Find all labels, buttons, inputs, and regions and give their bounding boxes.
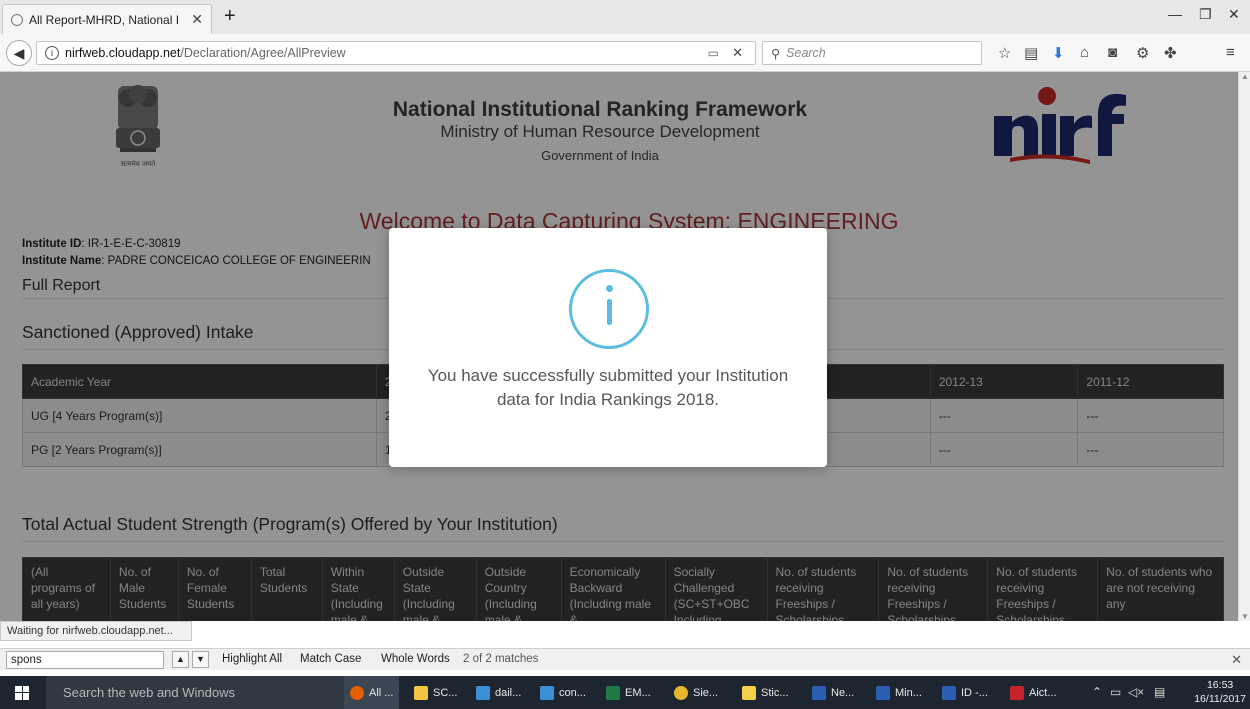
scroll-down-icon[interactable]: ▼ bbox=[1241, 612, 1249, 621]
word-icon bbox=[812, 685, 826, 700]
taskbar-item-pdf[interactable]: Aict... bbox=[1004, 676, 1066, 709]
match-case-toggle[interactable]: Match Case bbox=[300, 653, 361, 665]
taskbar-label: ID -... bbox=[961, 686, 988, 699]
find-input[interactable]: spons bbox=[6, 651, 164, 669]
taskbar-label: dail... bbox=[495, 686, 522, 699]
web-page: सत्यमेव जयते National Institutional Rank… bbox=[0, 72, 1238, 621]
taskbar-label: Stic... bbox=[761, 686, 789, 699]
url-host: nirfweb.cloudapp.net bbox=[65, 46, 181, 60]
excel-icon bbox=[606, 685, 620, 700]
app-icon bbox=[476, 685, 490, 700]
search-placeholder: Search bbox=[786, 46, 826, 60]
browser-nav-bar: ◀ i nirfweb.cloudapp.net/Declaration/Agr… bbox=[0, 34, 1250, 72]
network-icon[interactable]: ▭ bbox=[1110, 685, 1121, 699]
close-window-icon[interactable]: ✕ bbox=[1228, 6, 1240, 23]
home-icon[interactable]: ⌂ bbox=[1080, 44, 1089, 61]
find-match-count: 2 of 2 matches bbox=[463, 653, 539, 665]
taskbar-label: Ne... bbox=[831, 686, 855, 699]
info-icon-dot bbox=[606, 285, 613, 292]
minimize-icon[interactable]: — bbox=[1168, 6, 1182, 22]
folder-icon bbox=[414, 685, 428, 700]
taskbar-item-word[interactable]: Ne... bbox=[806, 676, 866, 709]
whole-words-toggle[interactable]: Whole Words bbox=[381, 653, 450, 665]
sticky-notes-icon bbox=[742, 685, 756, 700]
taskbar-item-firefox[interactable]: All ... bbox=[344, 676, 399, 709]
word-icon bbox=[876, 685, 890, 700]
vertical-scrollbar[interactable]: ▲ ▼ bbox=[1238, 72, 1250, 621]
taskbar-item-excel[interactable]: EM... bbox=[600, 676, 662, 709]
browser-tab-bar: All Report-MHRD, National I ✕ + — ❐ ✕ bbox=[0, 0, 1250, 34]
start-button[interactable] bbox=[0, 676, 44, 709]
success-dialog: You have successfully submitted your Ins… bbox=[389, 228, 827, 467]
menu-icon[interactable]: ≡ bbox=[1226, 44, 1235, 61]
taskbar-label: Sie... bbox=[693, 686, 719, 699]
close-tab-icon[interactable]: ✕ bbox=[191, 11, 203, 28]
status-bar: Waiting for nirfweb.cloudapp.net... bbox=[0, 621, 192, 641]
find-previous-icon[interactable]: ▲ bbox=[172, 651, 189, 668]
taskbar-clock[interactable]: 16:53 16/11/2017 bbox=[1194, 678, 1246, 706]
info-icon-bar bbox=[607, 299, 612, 325]
notifications-icon[interactable]: ▤ bbox=[1154, 685, 1165, 699]
clock-time: 16:53 bbox=[1206, 679, 1234, 691]
chrome-icon bbox=[674, 685, 688, 700]
dialog-message: You have successfully submitted your Ins… bbox=[427, 366, 789, 409]
tab-title: All Report-MHRD, National I bbox=[29, 12, 180, 27]
taskbar-label: All ... bbox=[369, 686, 394, 699]
taskbar-label: Aict... bbox=[1029, 686, 1057, 699]
reader-view-icon[interactable]: ▭ bbox=[708, 46, 719, 60]
taskbar-search[interactable]: Search the web and Windows bbox=[46, 676, 344, 709]
download-icon[interactable]: ⬇ bbox=[1052, 44, 1065, 62]
taskbar-item-app[interactable]: con... bbox=[534, 676, 594, 709]
volume-icon[interactable]: ◁× bbox=[1128, 685, 1144, 699]
url-bar[interactable]: i nirfweb.cloudapp.net/Declaration/Agree… bbox=[36, 41, 756, 65]
taskbar-item-app[interactable]: dail... bbox=[470, 676, 528, 709]
taskbar-item-sticky-notes[interactable]: Stic... bbox=[736, 676, 802, 709]
bookmark-star-icon[interactable]: ☆ bbox=[998, 44, 1011, 62]
taskbar-label: con... bbox=[559, 686, 586, 699]
stop-icon[interactable]: ✕ bbox=[732, 45, 743, 61]
windows-logo-icon bbox=[15, 685, 29, 700]
pocket-icon[interactable]: ◙ bbox=[1108, 44, 1117, 61]
maximize-icon[interactable]: ❐ bbox=[1199, 6, 1212, 23]
clock-date: 16/11/2017 bbox=[1194, 693, 1246, 705]
url-path: /Declaration/Agree/AllPreview bbox=[180, 46, 346, 60]
firefox-icon bbox=[350, 685, 364, 700]
app-icon bbox=[540, 685, 554, 700]
sync-icon[interactable]: ⚙ bbox=[1136, 44, 1149, 62]
highlight-all-toggle[interactable]: Highlight All bbox=[222, 653, 282, 665]
extension-icon[interactable]: ✤ bbox=[1164, 44, 1177, 62]
taskbar-label: EM... bbox=[625, 686, 651, 699]
back-icon[interactable]: ◀ bbox=[6, 40, 32, 66]
browser-tab[interactable]: All Report-MHRD, National I ✕ bbox=[2, 4, 212, 34]
reading-list-icon[interactable]: ▤ bbox=[1024, 44, 1038, 62]
taskbar-label: SC... bbox=[433, 686, 458, 699]
loading-icon bbox=[11, 13, 23, 26]
new-tab-icon[interactable]: + bbox=[224, 5, 236, 28]
word-icon bbox=[942, 685, 956, 700]
scroll-up-icon[interactable]: ▲ bbox=[1241, 72, 1249, 81]
tray-expand-icon[interactable]: ⌃ bbox=[1092, 685, 1102, 699]
search-input[interactable]: ⚲ Search bbox=[762, 41, 982, 65]
taskbar-item-chrome[interactable]: Sie... bbox=[668, 676, 730, 709]
windows-taskbar: Search the web and Windows All ... SC...… bbox=[0, 676, 1250, 709]
taskbar-item-word[interactable]: ID -... bbox=[936, 676, 998, 709]
taskbar-label: Min... bbox=[895, 686, 922, 699]
close-find-bar-icon[interactable]: ✕ bbox=[1231, 652, 1242, 668]
search-icon: ⚲ bbox=[771, 46, 781, 61]
taskbar-item-word[interactable]: Min... bbox=[870, 676, 932, 709]
find-next-icon[interactable]: ▼ bbox=[192, 651, 209, 668]
site-info-icon[interactable]: i bbox=[45, 46, 59, 60]
find-bar: spons ▲ ▼ Highlight All Match Case Whole… bbox=[0, 648, 1250, 670]
taskbar-item-explorer[interactable]: SC... bbox=[408, 676, 463, 709]
pdf-icon bbox=[1010, 685, 1024, 700]
